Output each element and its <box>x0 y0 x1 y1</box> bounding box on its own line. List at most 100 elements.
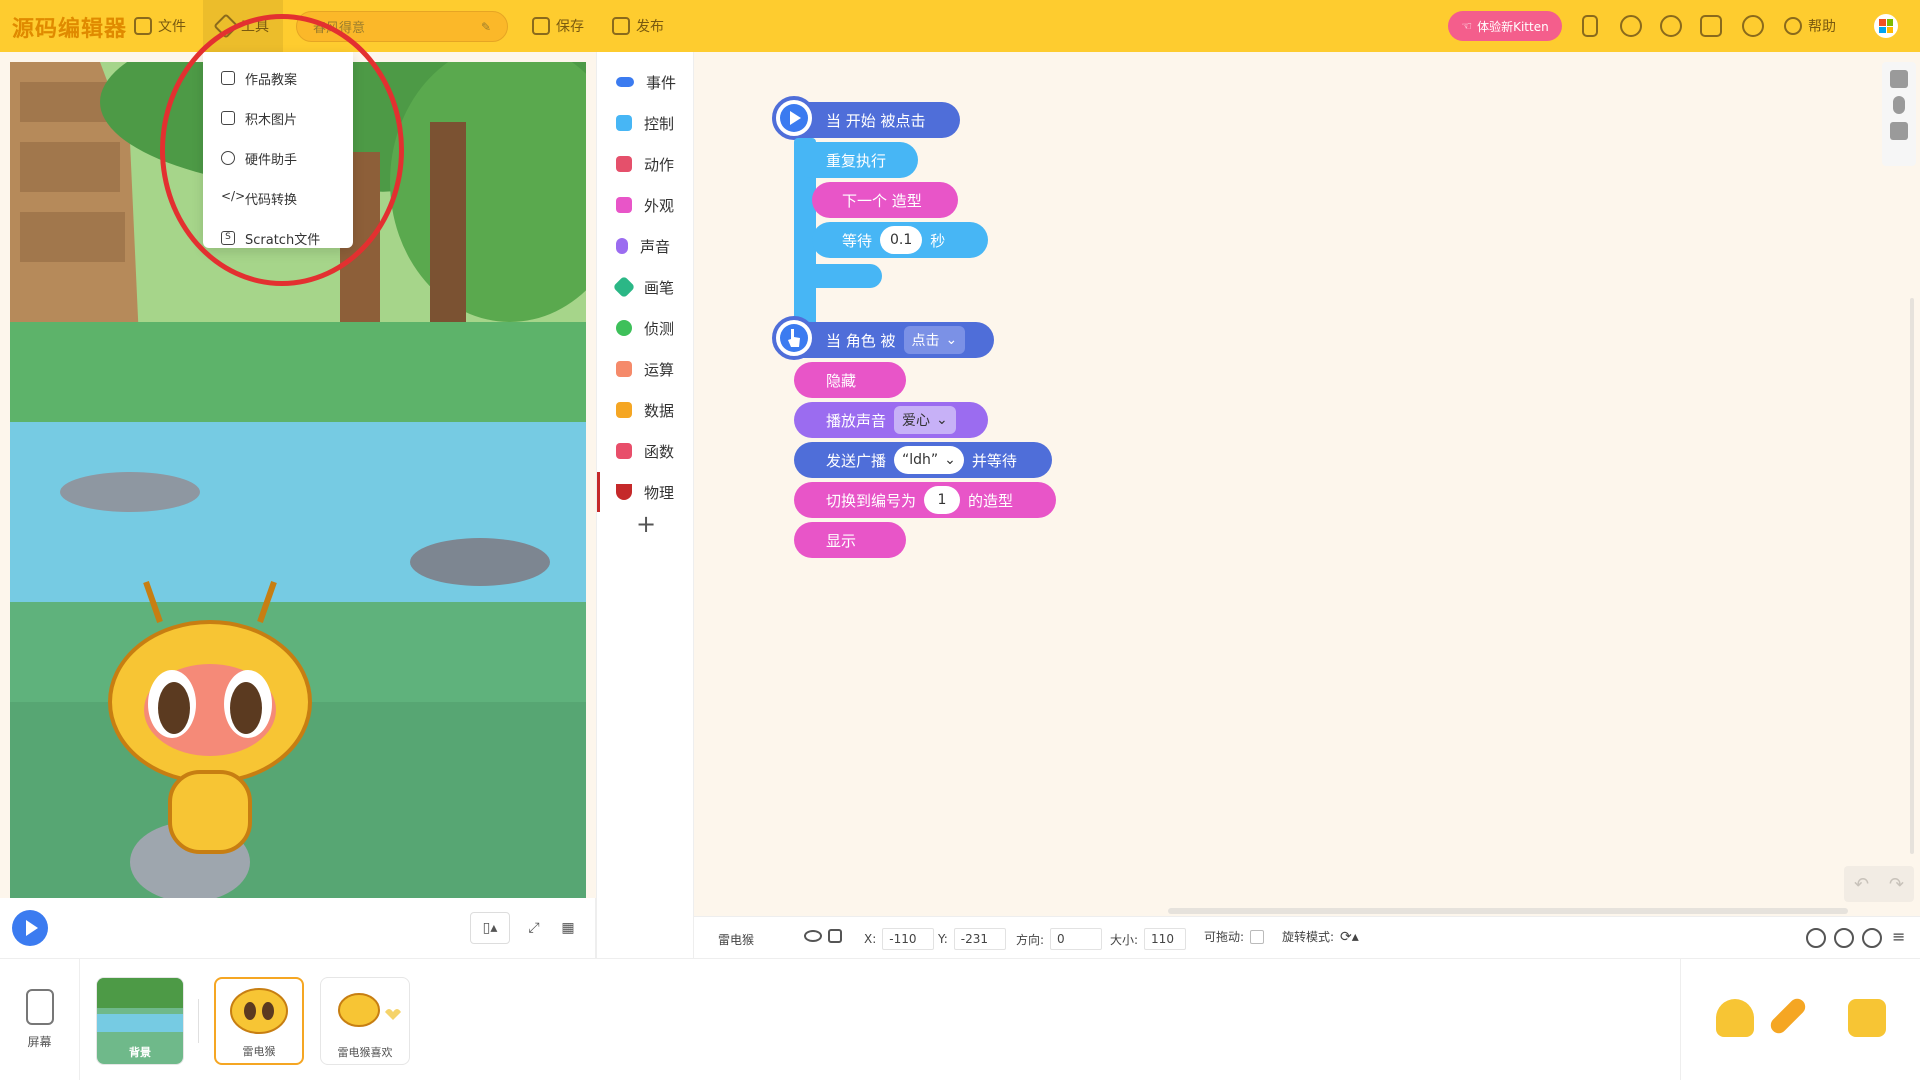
category-sensing[interactable]: 侦测 <box>597 308 695 348</box>
y-position-input[interactable] <box>953 928 1006 950</box>
dropdown-item-lesson-plan[interactable]: 作品教案 <box>203 58 353 98</box>
fullscreen-icon[interactable]: ⤢ <box>520 912 548 944</box>
dropdown-item-code-convert[interactable]: </> 代码转换 <box>203 178 353 218</box>
tools-menu[interactable]: 工具 <box>203 0 283 52</box>
scratch-s-icon: S <box>221 231 235 245</box>
next-costume-block[interactable]: 下一个 造型 <box>812 182 958 218</box>
microsoft-logo-icon[interactable] <box>1874 14 1898 38</box>
dropdown-item-scratch-file[interactable]: S Scratch文件 <box>203 218 353 258</box>
divider <box>1680 959 1681 1080</box>
category-functions[interactable]: 函数 <box>597 431 695 471</box>
try-kitten-label: 体验新Kitten <box>1477 19 1549 34</box>
extensions-icon[interactable] <box>1660 15 1682 37</box>
category-pen[interactable]: 画笔 <box>597 267 695 307</box>
block-category-palette: 事件 控制 动作 外观 声音 画笔 侦测 运算 数据 函数 物理 + <box>596 52 694 958</box>
project-name-input[interactable]: 春风得意 ✎ <box>296 11 508 42</box>
size-input[interactable] <box>1144 928 1187 950</box>
gamepad-icon <box>616 115 632 131</box>
wait-seconds-block[interactable]: 等待 0.1 秒 <box>812 222 988 258</box>
category-operators[interactable]: 运算 <box>597 349 695 389</box>
category-looks[interactable]: 外观 <box>597 185 695 225</box>
hide-block[interactable]: 隐藏 <box>794 362 906 398</box>
settings-gear-icon[interactable] <box>1742 15 1764 37</box>
phone-screen-icon <box>25 989 54 1025</box>
category-physics[interactable]: 物理 <box>597 472 695 512</box>
bar-chart-icon[interactable] <box>1890 122 1908 140</box>
sprite-card-thunder-monkey-likes[interactable]: 雷电猴喜欢 <box>320 977 410 1065</box>
publish-button[interactable]: 发布 <box>612 0 664 52</box>
dropdown-item-hardware-assistant[interactable]: 硬件助手 <box>203 138 353 178</box>
redo-icon[interactable]: ↷ <box>1889 874 1904 895</box>
broadcast-option: “ldh” <box>902 452 939 468</box>
category-data[interactable]: 数据 <box>597 390 695 430</box>
code-workspace[interactable]: 当 开始 被点击 重复执行 下一个 造型 等待 0.1 秒 当 角色 被 点击 … <box>694 52 1920 916</box>
repeat-forever-block[interactable]: 重复执行 <box>794 142 918 178</box>
device-select-button[interactable]: ▯▴ <box>470 912 510 944</box>
rotation-mode-icon[interactable]: ⟳▴ <box>1340 929 1359 945</box>
help-button[interactable]: 帮助 <box>1784 0 1836 52</box>
file-menu[interactable]: 文件 <box>134 0 186 52</box>
category-sound[interactable]: 声音 <box>597 226 695 266</box>
broadcast-dropdown[interactable]: “ldh” ⌄ <box>894 446 964 474</box>
menu-icon[interactable]: ≡ <box>1892 927 1905 946</box>
category-label: 函数 <box>644 442 675 461</box>
undo-icon[interactable]: ↶ <box>1854 874 1869 895</box>
block-label: 的造型 <box>968 491 1014 510</box>
zoom-out-icon[interactable] <box>1806 928 1826 948</box>
sound-dropdown[interactable]: 爱心 ⌄ <box>894 406 956 434</box>
category-label: 画笔 <box>644 278 675 297</box>
unlock-icon[interactable] <box>828 929 842 943</box>
show-block[interactable]: 显示 <box>794 522 906 558</box>
block-label: 隐藏 <box>826 371 857 390</box>
robot-icon[interactable] <box>1620 15 1642 37</box>
save-button[interactable]: 保存 <box>532 0 584 52</box>
category-motion[interactable]: 动作 <box>597 144 695 184</box>
wrench-icon <box>213 13 239 39</box>
robot-eye-icon <box>221 151 235 165</box>
music-note-icon[interactable] <box>1716 999 1754 1037</box>
run-play-button[interactable] <box>12 910 48 946</box>
add-extension-button[interactable]: + <box>597 510 695 538</box>
pencil-icon: ✎ <box>480 19 491 34</box>
broadcast-and-wait-block[interactable]: 发送广播 “ldh” ⌄ 并等待 <box>794 442 1052 478</box>
device-icon[interactable] <box>1582 15 1598 37</box>
horizontal-scrollbar[interactable] <box>1168 908 1848 914</box>
sound-option: 爱心 <box>902 413 931 429</box>
trigger-dropdown[interactable]: 点击 ⌄ <box>903 326 966 354</box>
sprite-card-thunder-monkey[interactable]: 雷电猴 <box>214 977 304 1065</box>
zoom-reset-icon[interactable] <box>1834 928 1854 948</box>
wait-seconds-input[interactable]: 0.1 <box>880 226 923 254</box>
category-events[interactable]: 事件 <box>597 62 695 102</box>
tshirt-icon[interactable] <box>1890 70 1908 88</box>
sprite-name-input[interactable] <box>712 928 800 950</box>
dropdown-item-label: 代码转换 <box>245 192 298 208</box>
zoom-in-icon[interactable] <box>1862 928 1882 948</box>
app-logo[interactable]: 源码编辑器 <box>12 11 127 43</box>
sprite-card-background[interactable]: 背景 <box>96 977 184 1065</box>
rotation-mode-label: 旋转模式: <box>1282 930 1335 944</box>
draggable-checkbox[interactable] <box>1250 929 1265 944</box>
thunder-monkey-likes-thumbnail <box>338 993 401 1027</box>
screen-tab[interactable]: 屏幕 <box>0 959 80 1080</box>
chevron-down-icon: ⌄ <box>944 452 956 468</box>
dropdown-item-label: 硬件助手 <box>245 152 298 168</box>
category-control[interactable]: 控制 <box>597 103 695 143</box>
stage-controls: ▯▴ ⤢ ▦ <box>0 898 596 958</box>
switch-costume-block[interactable]: 切换到编号为 1 的造型 <box>794 482 1056 518</box>
microphone-icon[interactable] <box>1893 96 1905 114</box>
x-label: X: <box>864 932 877 946</box>
vertical-scrollbar[interactable] <box>1910 298 1914 854</box>
add-folder-icon[interactable] <box>1848 999 1886 1037</box>
side-toolbar <box>1882 62 1916 166</box>
grid-icon[interactable]: ▦ <box>554 912 582 944</box>
try-kitten-button[interactable]: ☜ 体验新Kitten <box>1448 11 1562 41</box>
x-position-input[interactable] <box>882 928 935 950</box>
calendar-icon[interactable] <box>1700 15 1722 37</box>
pencil-draw-icon[interactable] <box>1767 995 1809 1037</box>
direction-input[interactable] <box>1050 928 1103 950</box>
dropdown-item-block-image[interactable]: 积木图片 <box>203 98 353 138</box>
eye-visibility-icon[interactable] <box>804 930 822 942</box>
help-label: 帮助 <box>1808 19 1836 35</box>
costume-number-input[interactable]: 1 <box>924 486 961 514</box>
play-sound-block[interactable]: 播放声音 爱心 ⌄ <box>794 402 988 438</box>
